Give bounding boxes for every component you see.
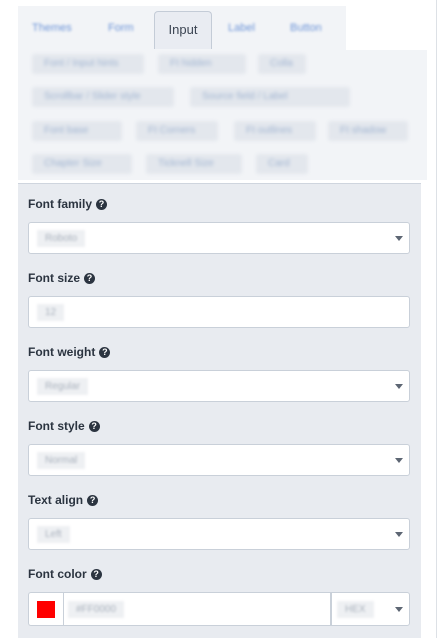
help-icon[interactable]: ?: [96, 198, 108, 210]
property-chip[interactable]: Scrollbar / Slider style: [32, 87, 174, 107]
color-picker-button[interactable]: [28, 592, 63, 626]
property-chip[interactable]: Ft outlines: [234, 121, 316, 141]
help-icon[interactable]: ?: [90, 568, 102, 580]
font-size-input[interactable]: 12: [28, 296, 410, 328]
property-chip[interactable]: Source field / Label: [190, 87, 350, 107]
help-icon[interactable]: ?: [99, 346, 111, 358]
font-size-label-text: Font size: [28, 271, 81, 285]
text-align-value: Left: [37, 526, 70, 543]
font-color-value: #FF0000: [68, 601, 125, 618]
chevron-down-icon: [395, 532, 403, 537]
font-style-label: Font style ?: [28, 419, 100, 433]
chevron-down-icon: [395, 458, 403, 463]
text-align-select[interactable]: Left: [28, 518, 410, 550]
font-color-label-text: Font color: [28, 567, 87, 581]
font-style-label-text: Font style: [28, 419, 85, 433]
property-chip[interactable]: Ft Corners: [136, 121, 218, 141]
font-family-label: Font family ?: [28, 197, 108, 211]
color-format-select[interactable]: HEX: [331, 592, 410, 626]
chevron-down-icon: [395, 384, 403, 389]
help-icon[interactable]: ?: [84, 272, 96, 284]
font-weight-label: Font weight ?: [28, 345, 111, 359]
property-chip[interactable]: Font / Input hints: [32, 54, 144, 74]
tab-label[interactable]: Label: [228, 16, 255, 40]
property-chip[interactable]: Ft shadow: [328, 121, 408, 141]
property-chip[interactable]: Font base: [32, 121, 122, 141]
property-chip[interactable]: Card: [256, 154, 308, 174]
help-icon[interactable]: ?: [87, 494, 99, 506]
scrollbar-edge: [436, 0, 437, 638]
font-size-value: 12: [37, 304, 65, 321]
font-color-label: Font color ?: [28, 567, 102, 581]
font-color-input[interactable]: #FF0000: [63, 592, 331, 626]
tab-form[interactable]: Form: [108, 16, 134, 40]
font-size-label: Font size ?: [28, 271, 96, 285]
property-chip[interactable]: Colla: [258, 54, 306, 74]
font-color-row: #FF0000 HEX: [28, 592, 410, 626]
color-format-value: HEX: [337, 601, 374, 618]
property-chip[interactable]: Chapter Size: [32, 154, 132, 174]
tab-input[interactable]: Input: [154, 11, 212, 49]
font-weight-label-text: Font weight: [28, 345, 96, 359]
chevron-down-icon: [395, 236, 403, 241]
text-align-label: Text align ?: [28, 493, 99, 507]
font-family-value: Roboto: [37, 230, 86, 247]
property-chip[interactable]: Ft hidden: [158, 54, 246, 74]
font-weight-select[interactable]: Regular: [28, 370, 410, 402]
font-style-value: Normal: [37, 452, 86, 469]
tab-themes[interactable]: Themes: [32, 16, 72, 40]
tab-bar: Themes Form Input Label Button: [18, 6, 346, 50]
text-align-label-text: Text align: [28, 493, 84, 507]
help-icon[interactable]: ?: [88, 420, 100, 432]
font-weight-value: Regular: [37, 378, 89, 395]
font-family-select[interactable]: Roboto: [28, 222, 410, 254]
font-style-select[interactable]: Normal: [28, 444, 410, 476]
font-family-label-text: Font family: [28, 197, 93, 211]
property-chip[interactable]: Ticknell Size: [146, 154, 242, 174]
tab-button[interactable]: Button: [290, 16, 322, 40]
property-chip-area: Font / Input hints Ft hidden Colla Scrol…: [18, 50, 427, 180]
color-swatch: [37, 601, 55, 618]
chevron-down-icon: [395, 607, 403, 612]
